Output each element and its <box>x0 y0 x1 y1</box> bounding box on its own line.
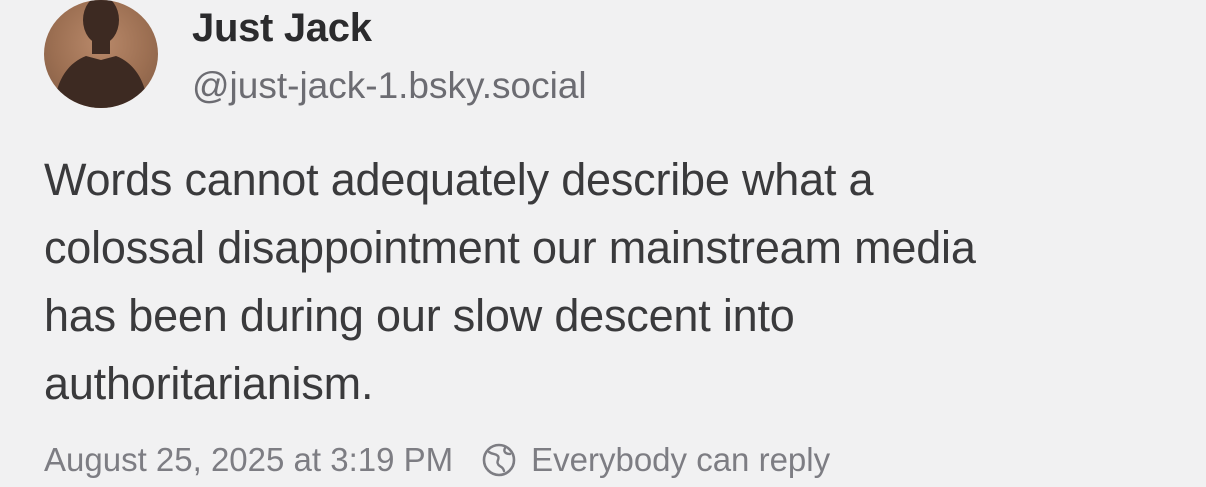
post-timestamp[interactable]: August 25, 2025 at 3:19 PM <box>44 440 453 480</box>
avatar[interactable] <box>44 0 158 108</box>
post-text: Words cannot adequately describe what a … <box>44 154 976 409</box>
author-display-name[interactable]: Just Jack <box>192 6 587 50</box>
reply-setting-label[interactable]: Everybody can reply <box>531 440 830 480</box>
earth-icon <box>481 442 517 478</box>
post-meta: August 25, 2025 at 3:19 PM Everybody can… <box>44 440 830 480</box>
author-handle[interactable]: @just-jack-1.bsky.social <box>192 66 587 106</box>
author-info: Just Jack @just-jack-1.bsky.social <box>192 6 587 106</box>
post-card: Just Jack @just-jack-1.bsky.social Words… <box>0 0 1206 478</box>
person-silhouette-icon <box>54 0 148 108</box>
